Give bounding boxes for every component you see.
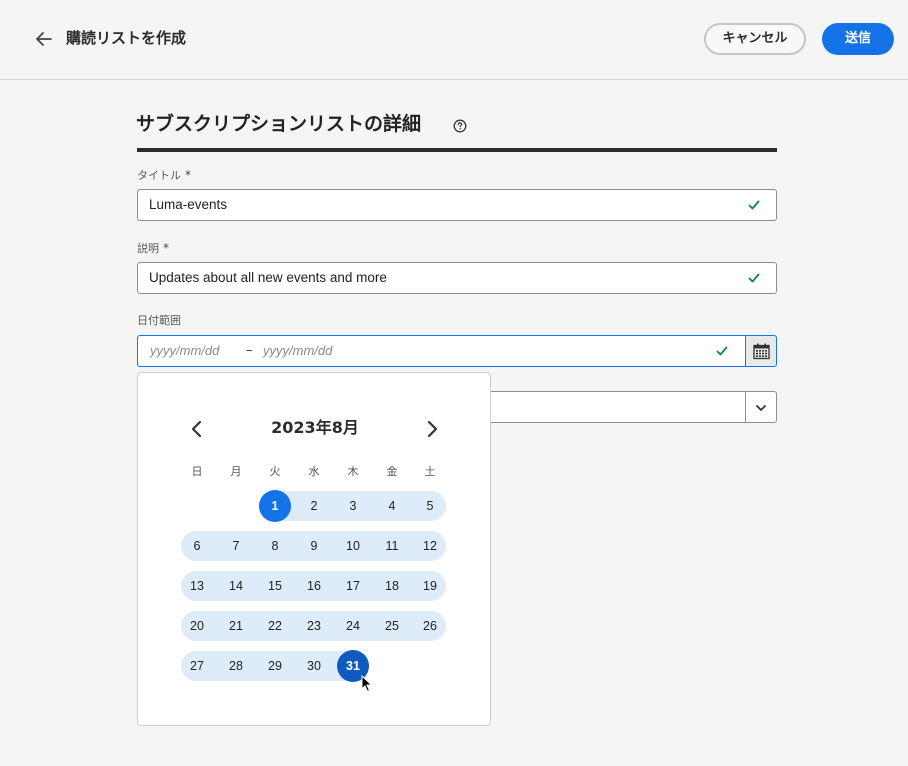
calendar-day[interactable]: 21 <box>220 610 252 642</box>
mouse-pointer-icon <box>361 675 373 693</box>
dropdown-field[interactable] <box>480 391 746 423</box>
description-input[interactable]: Updates about all new events and more <box>137 262 777 294</box>
section-title: サブスクリプションリストの詳細 <box>136 113 422 135</box>
weekday-header: 水 <box>308 465 320 478</box>
calendar-day[interactable]: 18 <box>376 570 408 602</box>
app-header: 購読リストを作成 キャンセル 送信 <box>0 0 908 80</box>
calendar-day[interactable]: 28 <box>220 650 252 682</box>
date-range-field-label: 日付範囲 <box>137 314 181 327</box>
weekday-header: 土 <box>424 465 436 478</box>
calendar-day[interactable]: 5 <box>414 490 446 522</box>
description-field-label: 説明 * <box>137 241 169 256</box>
calendar-day[interactable]: 24 <box>337 610 369 642</box>
calendar-day[interactable]: 16 <box>298 570 330 602</box>
title-input[interactable]: Luma-events <box>137 189 777 221</box>
calendar-day[interactable]: 13 <box>181 570 213 602</box>
title-input-value[interactable]: Luma-events <box>149 190 227 220</box>
checkmark-icon <box>716 346 728 356</box>
cancel-button[interactable]: キャンセル <box>704 23 806 55</box>
weekday-header: 金 <box>386 465 398 478</box>
calendar-day[interactable]: 9 <box>298 530 330 562</box>
calendar-day[interactable]: 12 <box>414 530 446 562</box>
section-divider <box>137 148 777 152</box>
calendar-day[interactable]: 20 <box>181 610 213 642</box>
calendar-popover: 2023年8月 日月火水木金土 1 2 3 4 5 6 7 8 9 10 11 12 13 14 15 16 17… <box>137 372 491 726</box>
description-label-text: 説明 <box>137 242 159 255</box>
calendar-day[interactable]: 1 <box>259 490 291 522</box>
calendar-day[interactable]: 27 <box>181 650 213 682</box>
weekday-header: 火 <box>269 465 281 478</box>
calendar-day[interactable]: 4 <box>376 490 408 522</box>
arrow-left-icon[interactable] <box>33 28 55 50</box>
checkmark-icon <box>748 200 760 210</box>
calendar-day[interactable]: 2 <box>298 490 330 522</box>
calendar-day[interactable]: 30 <box>298 650 330 682</box>
calendar-day[interactable]: 15 <box>259 570 291 602</box>
chevron-right-icon[interactable] <box>422 419 442 439</box>
calendar-day[interactable]: 22 <box>259 610 291 642</box>
calendar-icon <box>753 343 770 360</box>
checkmark-icon <box>748 273 760 283</box>
calendar-day[interactable]: 19 <box>414 570 446 602</box>
title-field-label: タイトル * <box>137 168 191 183</box>
weekday-header: 木 <box>347 465 359 478</box>
date-range-input[interactable]: yyyy/mm/dd – yyyy/mm/dd <box>137 335 746 367</box>
calendar-day[interactable]: 6 <box>181 530 213 562</box>
required-mark: * <box>185 168 191 182</box>
calendar-button[interactable] <box>745 335 777 367</box>
help-circle-icon[interactable] <box>453 119 467 133</box>
calendar-day[interactable]: 26 <box>414 610 446 642</box>
calendar-day[interactable]: 10 <box>337 530 369 562</box>
description-input-value[interactable]: Updates about all new events and more <box>149 263 387 293</box>
dropdown-button[interactable] <box>745 391 777 423</box>
title-label-text: タイトル <box>137 169 181 182</box>
end-date-input[interactable]: yyyy/mm/dd <box>263 336 332 366</box>
date-separator: – <box>246 343 253 358</box>
calendar-day[interactable]: 8 <box>259 530 291 562</box>
page-title: 購読リストを作成 <box>66 29 187 47</box>
submit-button[interactable]: 送信 <box>822 23 894 55</box>
calendar-day[interactable]: 7 <box>220 530 252 562</box>
calendar-day[interactable]: 14 <box>220 570 252 602</box>
required-mark: * <box>163 241 169 255</box>
calendar-day[interactable]: 29 <box>259 650 291 682</box>
calendar-day[interactable]: 25 <box>376 610 408 642</box>
calendar-day[interactable]: 11 <box>376 530 408 562</box>
calendar-day[interactable]: 23 <box>298 610 330 642</box>
weekday-header: 日 <box>191 465 203 478</box>
start-date-input[interactable]: yyyy/mm/dd <box>150 336 219 366</box>
chevron-down-icon <box>756 405 766 411</box>
calendar-day[interactable]: 17 <box>337 570 369 602</box>
weekday-header: 月 <box>230 465 242 478</box>
calendar-day[interactable]: 3 <box>337 490 369 522</box>
